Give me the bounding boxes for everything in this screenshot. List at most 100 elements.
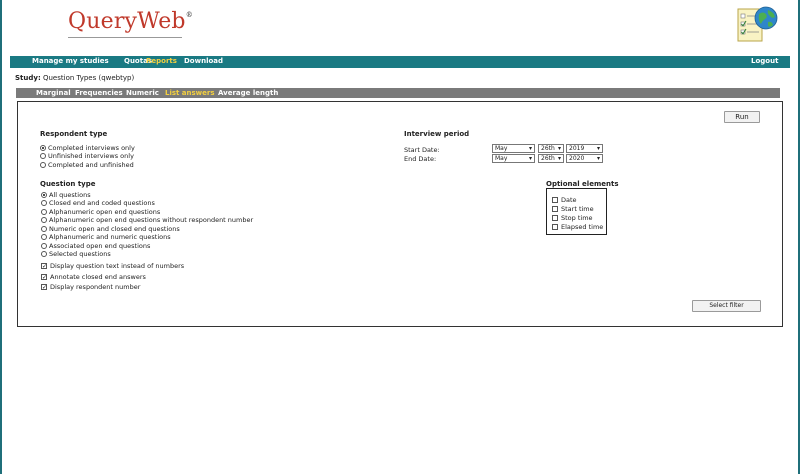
radio-selected[interactable] xyxy=(41,192,47,198)
radio-unselected[interactable] xyxy=(41,209,47,215)
start-date-label: Start Date: xyxy=(404,146,440,154)
question-option-associated[interactable]: Associated open end questions xyxy=(41,242,150,250)
respondent-option-unfinished[interactable]: Unfinished interviews only xyxy=(40,152,134,160)
nav-download[interactable]: Download xyxy=(184,57,223,65)
study-line: Study: Question Types (qwebtyp) xyxy=(15,74,134,82)
run-button[interactable]: Run xyxy=(724,111,760,123)
radio-unselected[interactable] xyxy=(41,234,47,240)
end-month-value: May xyxy=(495,155,508,162)
logout-link[interactable]: Logout xyxy=(751,57,778,65)
respondent-option-label: Unfinished interviews only xyxy=(48,152,134,160)
check-label: Annotate closed end answers xyxy=(50,273,146,281)
check-label: Display question text instead of numbers xyxy=(50,262,185,270)
app-logo: QueryWeb® xyxy=(68,9,193,34)
chevron-down-icon: ▾ xyxy=(528,155,532,162)
respondent-option-completed[interactable]: Completed interviews only xyxy=(40,144,135,152)
optional-label: Elapsed time xyxy=(561,223,604,231)
select-filter-button[interactable]: Select filter xyxy=(692,300,761,312)
optional-label: Date xyxy=(561,196,577,204)
radio-unselected[interactable] xyxy=(41,251,47,257)
chevron-down-icon: ▾ xyxy=(528,145,532,152)
end-year-value: 2020 xyxy=(569,155,585,162)
start-year-value: 2019 xyxy=(569,145,585,152)
question-option-label: Alphanumeric open end questions xyxy=(49,208,161,216)
checkbox-unchecked[interactable] xyxy=(552,224,558,230)
respondent-option-both[interactable]: Completed and unfinished xyxy=(40,161,134,169)
radio-unselected[interactable] xyxy=(41,226,47,232)
optional-label: Stop time xyxy=(561,214,593,222)
tab-frequencies[interactable]: Frequencies xyxy=(75,89,123,97)
radio-selected[interactable] xyxy=(40,145,46,151)
start-month-value: May xyxy=(495,145,508,152)
optional-date[interactable]: Date xyxy=(552,196,577,204)
checkbox-unchecked[interactable] xyxy=(552,215,558,221)
logo-underline xyxy=(68,37,182,38)
end-month-select[interactable]: May ▾ xyxy=(492,154,535,163)
nav-reports[interactable]: Reports xyxy=(146,57,177,65)
optional-label: Start time xyxy=(561,205,594,213)
start-day-select[interactable]: 26th ▾ xyxy=(538,144,564,153)
question-type-heading: Question type xyxy=(40,180,96,188)
check-label: Display respondent number xyxy=(50,283,141,291)
question-option-alnum-open[interactable]: Alphanumeric open end questions xyxy=(41,208,160,216)
study-label: Study: xyxy=(15,74,41,82)
question-option-label: All questions xyxy=(49,191,91,199)
report-options-panel: Run Respondent type Completed interviews… xyxy=(17,101,783,327)
respondent-type-heading: Respondent type xyxy=(40,130,108,138)
check-icon[interactable]: ✓ xyxy=(41,284,47,291)
question-option-closed[interactable]: Closed end and coded questions xyxy=(41,199,155,207)
tab-list-answers[interactable]: List answers xyxy=(165,89,215,97)
interview-period-heading: Interview period xyxy=(404,130,470,138)
study-name: Question Types (qwebtyp) xyxy=(42,74,135,82)
question-option-numeric[interactable]: Numeric open and closed end questions xyxy=(41,225,180,233)
radio-unselected[interactable] xyxy=(41,217,47,223)
optional-elapsed-time[interactable]: Elapsed time xyxy=(552,223,603,231)
optional-elements-heading: Optional elements xyxy=(546,180,619,188)
checkbox-unchecked[interactable] xyxy=(552,197,558,203)
end-year-select[interactable]: 2020 ▾ xyxy=(566,154,603,163)
radio-unselected[interactable] xyxy=(41,243,47,249)
question-option-label: Numeric open and closed end questions xyxy=(49,225,180,233)
optional-start-time[interactable]: Start time xyxy=(552,205,594,213)
app-logo-text: QueryWeb xyxy=(68,9,186,34)
respondent-option-label: Completed and unfinished xyxy=(48,161,134,169)
report-subnav: Marginal Frequencies Numeric List answer… xyxy=(16,88,780,98)
end-day-value: 26th xyxy=(541,155,555,162)
check-icon[interactable]: ✓ xyxy=(41,263,47,270)
question-option-label: Associated open end questions xyxy=(49,242,151,250)
check-annotate-closed[interactable]: ✓ Annotate closed end answers xyxy=(41,273,146,281)
logo-registered-mark: ® xyxy=(185,10,193,19)
checkbox-unchecked[interactable] xyxy=(552,206,558,212)
end-date-label: End Date: xyxy=(404,155,437,163)
check-display-question-text[interactable]: ✓ Display question text instead of number… xyxy=(41,262,184,270)
question-option-alnum-open-no-resp[interactable]: Alphanumeric open end questions without … xyxy=(41,216,253,224)
question-option-label: Alphanumeric open end questions without … xyxy=(49,216,254,224)
chevron-down-icon: ▾ xyxy=(596,145,600,152)
chevron-down-icon: ▾ xyxy=(557,145,561,152)
radio-unselected[interactable] xyxy=(41,200,47,206)
question-option-all[interactable]: All questions xyxy=(41,191,91,199)
question-option-label: Closed end and coded questions xyxy=(49,199,155,207)
nav-manage-studies[interactable]: Manage my studies xyxy=(32,57,109,65)
main-navbar: Manage my studies Quotas Reports Downloa… xyxy=(10,56,790,68)
check-display-respondent-number[interactable]: ✓ Display respondent number xyxy=(41,283,140,291)
question-option-label: Selected questions xyxy=(49,250,111,258)
tab-numeric[interactable]: Numeric xyxy=(126,89,159,97)
start-year-select[interactable]: 2019 ▾ xyxy=(566,144,603,153)
checklist-globe-icon xyxy=(737,6,778,42)
tab-average-length[interactable]: Average length xyxy=(218,89,278,97)
radio-unselected[interactable] xyxy=(40,162,46,168)
check-icon[interactable]: ✓ xyxy=(41,274,47,281)
question-option-selected[interactable]: Selected questions xyxy=(41,250,111,258)
end-day-select[interactable]: 26th ▾ xyxy=(538,154,564,163)
chevron-down-icon: ▾ xyxy=(596,155,600,162)
page-edge-left xyxy=(0,0,2,474)
radio-unselected[interactable] xyxy=(40,153,46,159)
respondent-option-label: Completed interviews only xyxy=(48,144,135,152)
tab-marginal[interactable]: Marginal xyxy=(36,89,71,97)
question-option-alnum-numeric[interactable]: Alphanumeric and numeric questions xyxy=(41,233,171,241)
question-option-label: Alphanumeric and numeric questions xyxy=(49,233,171,241)
optional-stop-time[interactable]: Stop time xyxy=(552,214,593,222)
start-month-select[interactable]: May ▾ xyxy=(492,144,535,153)
start-day-value: 26th xyxy=(541,145,555,152)
